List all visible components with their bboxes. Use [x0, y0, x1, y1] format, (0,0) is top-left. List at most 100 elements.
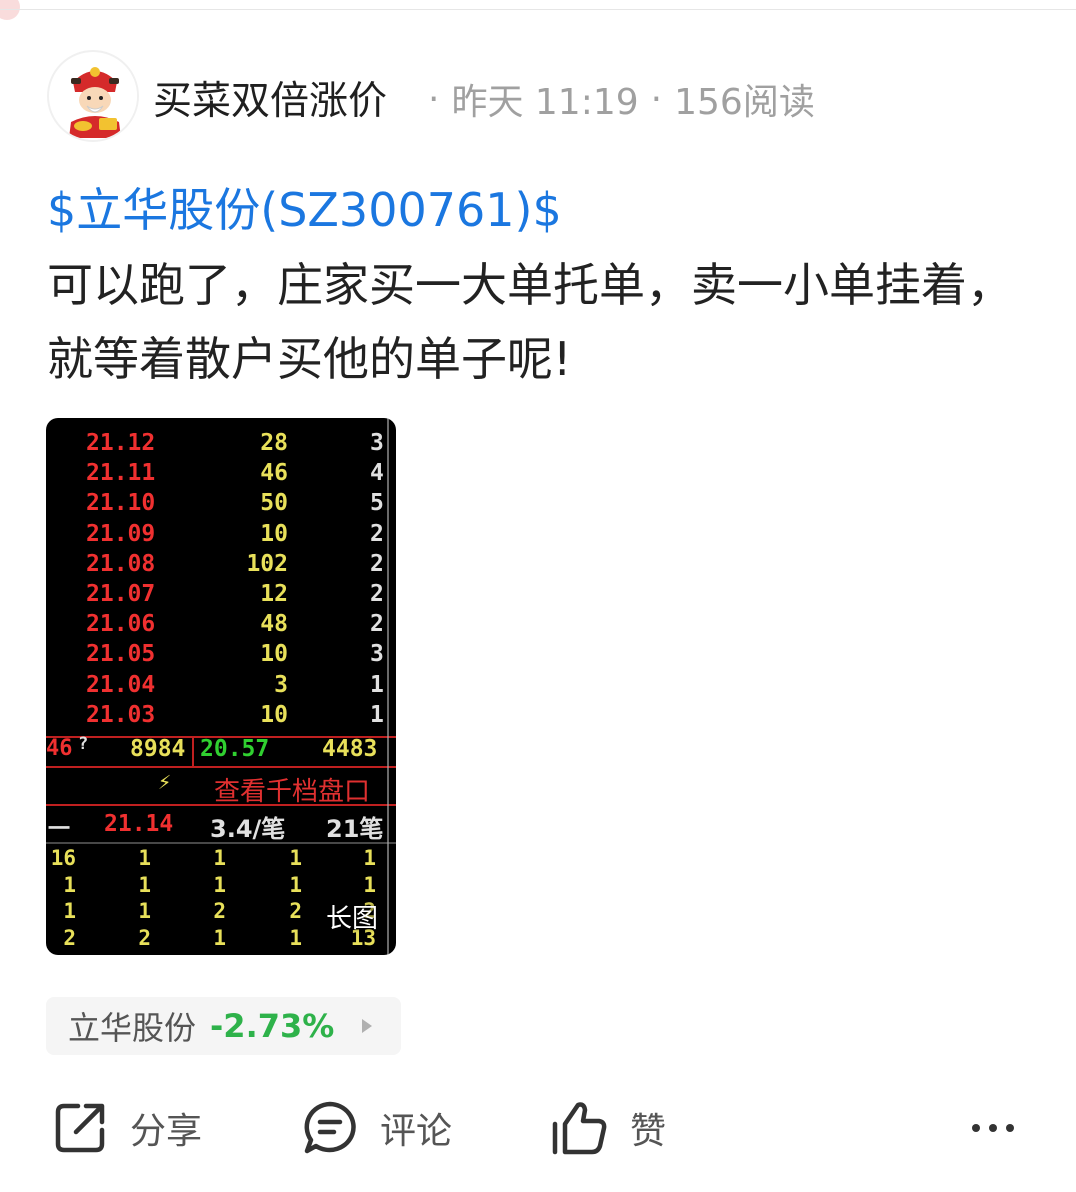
orderbook-cnt: 2	[370, 611, 384, 638]
orderbook-vol: 50	[260, 490, 288, 517]
summary-question: ?	[78, 734, 89, 754]
orderbook-vol: 12	[260, 581, 288, 607]
orderbook-price: 21.04	[86, 671, 156, 698]
trade-grid-cell: 2	[289, 899, 302, 923]
share-label: 分享	[130, 1111, 203, 1152]
trade-grid-cell: 2	[138, 925, 151, 950]
orderbook-vol: 48	[260, 611, 288, 638]
orderbook-row: 21.10 50 5	[46, 490, 396, 520]
tick-count: 21笔	[326, 815, 384, 843]
orderbook-cnt: 3	[370, 641, 384, 668]
orderbook-row: 21.03 10 1	[46, 702, 396, 732]
stock-chip-name: 立华股份	[68, 1009, 197, 1047]
trade-grid-cell: 1	[213, 846, 226, 870]
orderbook-vol: 28	[260, 430, 288, 456]
summary-left: 46	[46, 736, 73, 761]
orderbook-vol: 102	[246, 550, 288, 577]
read-count: 156阅读	[674, 82, 815, 123]
orderbook-price: 21.03	[86, 701, 156, 728]
author-name[interactable]: 买菜双倍涨价	[153, 70, 387, 126]
orderbook-price: 21.11	[86, 460, 156, 487]
top-divider	[0, 9, 1076, 10]
stock-chip[interactable]: 立华股份 -2.73%	[46, 997, 401, 1055]
divider	[46, 766, 396, 768]
caishen-avatar-icon	[51, 54, 137, 140]
like-button[interactable]: 赞	[550, 1098, 666, 1158]
trade-grid-cell: 16	[50, 846, 76, 870]
post-image[interactable]: 21.12 28 3 21.11 46 4 21.10 50 5 21.09 10 2 21.08 102…	[46, 418, 396, 955]
orderbook-row: 21.08 102 2	[46, 551, 396, 581]
orderbook-row: 21.09 10 2	[46, 521, 396, 551]
orderbook-cnt: 2	[370, 520, 384, 547]
meta-separator: ·	[428, 78, 440, 120]
tick-price: 21.14	[104, 811, 174, 837]
orderbook-cnt: 5	[370, 490, 384, 517]
trade-grid-cell: 1	[363, 872, 376, 897]
status-indicator	[0, 0, 20, 20]
divider	[387, 418, 389, 955]
orderbook-price: 21.08	[86, 550, 156, 577]
orderbook-price: 21.06	[86, 611, 156, 638]
trade-grid-row: 1 1 1 1 1	[46, 873, 396, 899]
orderbook-row: 21.07 12 2	[46, 581, 396, 611]
orderbook-price: 21.05	[86, 641, 156, 668]
avatar[interactable]	[47, 50, 139, 142]
chevron-right-icon	[362, 1019, 373, 1033]
trade-grid-cell: 1	[289, 846, 302, 870]
trade-grid-cell: 1	[363, 846, 376, 870]
tick-per-trade: 3.4/笔	[210, 815, 286, 843]
orderbook-price: 21.12	[86, 430, 156, 456]
stock-tag-link[interactable]: $立华股份(SZ300761)$	[47, 174, 562, 240]
trade-grid-cell: 1	[289, 925, 302, 950]
orderbook-cnt: 1	[370, 701, 384, 728]
trade-grid-cell: 1	[138, 846, 151, 870]
orderbook-cnt: 3	[370, 430, 384, 456]
orderbook-price: 21.07	[86, 581, 156, 607]
lightning-icon: ⚡	[158, 770, 172, 795]
orderbook-row: 21.06 48 2	[46, 611, 396, 641]
tick-dash: 一	[48, 817, 71, 842]
trade-grid-cell: 1	[63, 899, 76, 923]
orderbook-cnt: 4	[370, 460, 384, 487]
orderbook-vol: 46	[260, 460, 288, 487]
trade-grid-cell: 1	[213, 872, 226, 897]
orderbook-row: 21.05 10 3	[46, 641, 396, 671]
orderbook-row: 21.11 46 4	[46, 460, 396, 490]
divider	[46, 804, 396, 806]
view-depth-link: 查看千档盘口	[214, 777, 371, 807]
meta-separator: ·	[650, 78, 663, 120]
summary-buy-price: 20.57	[200, 736, 270, 762]
trade-grid-cell: 1	[138, 899, 151, 923]
orderbook-price: 21.10	[86, 490, 156, 517]
comment-icon	[304, 1101, 356, 1154]
orderbook-cnt: 2	[370, 581, 384, 607]
orderbook-row: 21.04 3 1	[46, 672, 396, 702]
orderbook-vol: 10	[260, 520, 288, 547]
trade-grid-cell: 1	[138, 872, 151, 897]
trade-grid-cell: 1	[63, 872, 76, 897]
post-time: 昨天 11:19	[451, 82, 639, 123]
divider	[192, 736, 194, 766]
orderbook-vol: 10	[260, 701, 288, 728]
stock-chip-change: -2.73%	[210, 1007, 335, 1045]
orderbook-cnt: 2	[370, 550, 384, 577]
orderbook-cnt: 1	[370, 671, 384, 698]
long-image-badge: 长图	[325, 904, 378, 934]
like-label: 赞	[630, 1111, 667, 1152]
trade-grid-cell: 2	[213, 899, 226, 923]
trade-grid-row: 16 1 1 1 1	[46, 846, 396, 872]
orderbook-price: 21.09	[86, 520, 156, 547]
comment-button[interactable]: 评论	[302, 1098, 452, 1158]
orderbook-vol: 10	[260, 641, 288, 668]
share-icon	[55, 1103, 105, 1153]
orderbook-vol: 3	[274, 671, 288, 698]
summary-sell-volume: 8984	[130, 736, 186, 762]
divider	[46, 842, 396, 844]
trade-grid-cell: 1	[289, 872, 302, 897]
summary-buy-volume: 4483	[322, 736, 378, 762]
orderbook-row: 21.12 28 3	[46, 430, 396, 460]
trade-grid-cell: 1	[213, 925, 226, 950]
more-options-icon[interactable]	[972, 1124, 1014, 1132]
trade-grid-cell: 2	[63, 925, 76, 950]
share-button[interactable]: 分享	[52, 1098, 202, 1158]
